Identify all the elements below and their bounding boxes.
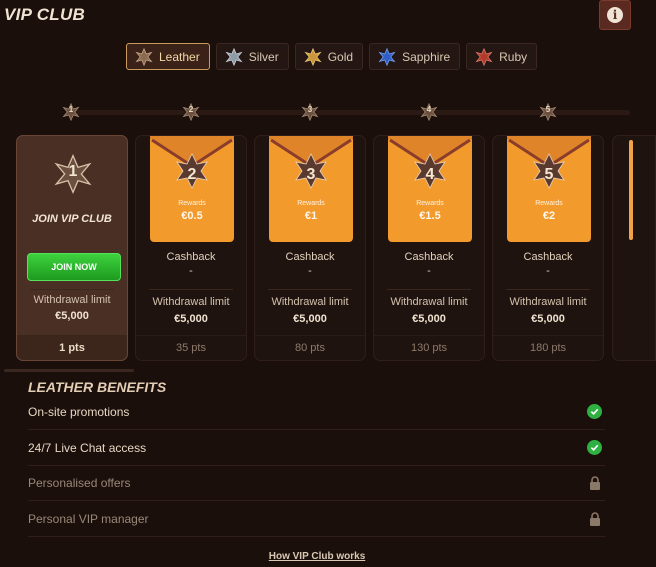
level-card-5: 5 Rewards €2 Cashback - Withdrawal limit… (492, 135, 604, 361)
cashback-label: Cashback (166, 251, 216, 263)
tab-leather[interactable]: Leather (126, 43, 210, 70)
tab-silver[interactable]: Silver (215, 43, 289, 70)
withdrawal-value: €5,000 (55, 310, 89, 322)
lock-icon (590, 475, 600, 490)
join-label: JOIN VIP CLUB (32, 213, 112, 225)
cashback-label: Cashback (404, 251, 454, 263)
benefit-label: Personalised offers (28, 475, 131, 490)
cashback-label: Cashback (285, 251, 335, 263)
rewards-value: €2 (542, 210, 556, 222)
level-marker: 5 (539, 102, 557, 122)
points-label: 35 pts (136, 335, 246, 360)
benefit-label: 24/7 Live Chat access (28, 440, 147, 455)
reward-envelope-icon (269, 136, 353, 242)
star-icon (225, 47, 243, 66)
star-icon (475, 47, 493, 66)
tab-sapphire[interactable]: Sapphire (369, 43, 461, 70)
cashback-value: - (546, 265, 550, 277)
tab-label: Ruby (499, 49, 528, 64)
level-card-4: 4 Rewards €1.5 Cashback - Withdrawal lim… (373, 135, 485, 361)
how-vip-club-works-link[interactable]: How VIP Club works (0, 551, 634, 562)
withdrawal-value: €5,000 (293, 313, 327, 325)
level-card-1: 1 JOIN VIP CLUB JOIN NOW Withdrawal limi… (16, 135, 128, 361)
check-icon (587, 404, 602, 419)
tab-label: Sapphire (402, 49, 451, 64)
level-card-3: 3 Rewards €1 Cashback - Withdrawal limit… (254, 135, 366, 361)
info-icon: i (607, 7, 623, 23)
reward-envelope-icon (507, 136, 591, 242)
check-icon (587, 440, 602, 455)
withdrawal-label: Withdrawal limit (390, 296, 468, 308)
star-icon (135, 47, 153, 66)
rewards-value: €0.5 (181, 210, 203, 222)
points-label: 180 pts (493, 335, 603, 360)
cashback-label: Cashback (523, 251, 573, 263)
star-icon (378, 47, 396, 66)
points-label: 80 pts (255, 335, 365, 360)
rewards-label: Rewards (178, 200, 206, 207)
benefit-label: Personal VIP manager (28, 511, 149, 526)
tab-label: Gold (327, 49, 354, 64)
withdrawal-label: Withdrawal limit (509, 296, 587, 308)
rewards-label: Rewards (297, 200, 325, 207)
level-card-2: 2 Rewards €0.5 Cashback - Withdrawal lim… (135, 135, 247, 361)
withdrawal-label: Withdrawal limit (33, 294, 111, 306)
level-marker: 4 (420, 102, 438, 122)
withdrawal-label: Withdrawal limit (271, 296, 349, 308)
tab-label: Leather (159, 49, 200, 64)
benefit-row: Personal VIP manager (28, 501, 605, 537)
level-marker: 2 (182, 102, 200, 122)
withdrawal-value: €5,000 (531, 313, 565, 325)
withdrawal-value: €5,000 (412, 313, 446, 325)
tab-label: Silver (248, 49, 279, 64)
points-label: 1 pts (17, 335, 127, 360)
points-label: 130 pts (374, 335, 484, 360)
page-title: VIP CLUB (4, 5, 86, 24)
level-star-icon: 1 (53, 153, 93, 195)
join-now-button[interactable]: JOIN NOW (27, 253, 121, 281)
tab-ruby[interactable]: Ruby (466, 43, 538, 70)
level-marker: 1 (62, 102, 80, 122)
reward-envelope-icon (388, 136, 472, 242)
star-icon (304, 47, 322, 66)
level-number: 4 (425, 166, 435, 183)
carousel-scrollbar[interactable] (4, 369, 134, 372)
level-number: 3 (306, 166, 316, 183)
benefit-row: On-site promotions (28, 394, 605, 430)
tier-tabs: Leather Silver Gold Sapphire Ruby (126, 43, 538, 70)
level-number: 5 (544, 166, 554, 183)
reward-envelope-icon (150, 136, 234, 242)
lock-icon (590, 511, 600, 526)
benefit-row: 24/7 Live Chat access (28, 430, 605, 466)
withdrawal-label: Withdrawal limit (152, 296, 230, 308)
level-number: 2 (187, 166, 197, 183)
benefit-row: Personalised offers (28, 465, 605, 501)
rewards-label: Rewards (416, 200, 444, 207)
level-marker: 3 (301, 102, 319, 122)
rewards-value: €1.5 (419, 210, 441, 222)
cashback-value: - (427, 265, 431, 277)
withdrawal-value: €5,000 (174, 313, 208, 325)
tab-gold[interactable]: Gold (294, 43, 364, 70)
benefit-label: On-site promotions (28, 404, 130, 419)
info-button[interactable]: i (599, 0, 631, 30)
rewards-label: Rewards (535, 200, 563, 207)
rewards-value: €1 (304, 210, 318, 222)
cashback-value: - (189, 265, 193, 277)
level-card-6-partial (612, 135, 656, 361)
cashback-value: - (308, 265, 312, 277)
benefits-title: LEATHER BENEFITS (28, 379, 167, 395)
